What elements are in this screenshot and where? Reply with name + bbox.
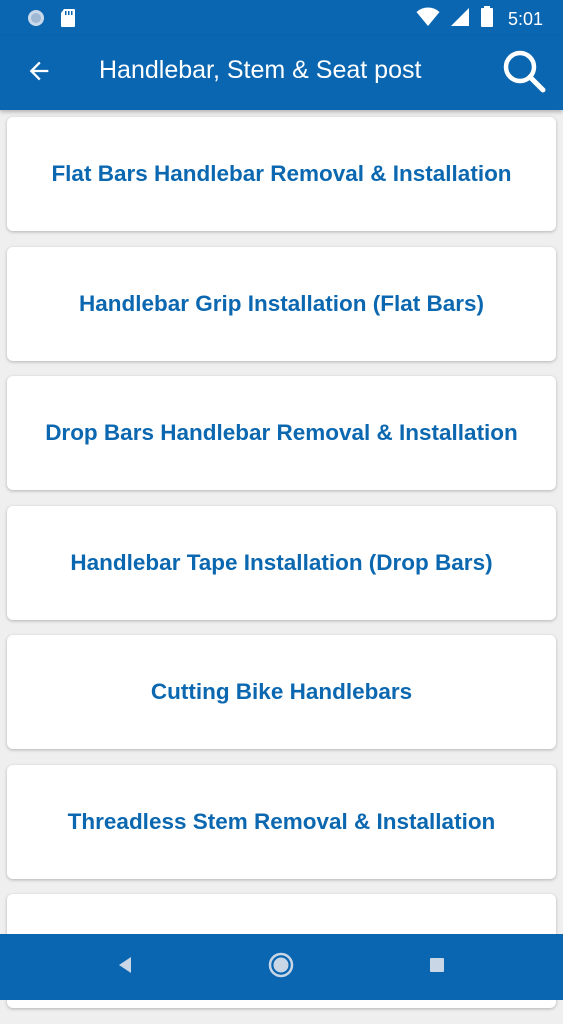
wifi-icon: [416, 7, 440, 32]
nav-recents-button[interactable]: [420, 950, 454, 984]
battery-icon: [480, 6, 494, 33]
list-item[interactable]: Handlebar Grip Installation (Flat Bars): [7, 246, 556, 361]
list-item[interactable]: Drop Bars Handlebar Removal & Installati…: [7, 376, 556, 490]
circle-notification-icon: [26, 8, 46, 33]
list-item-label: Handlebar Tape Installation (Drop Bars): [70, 549, 493, 575]
list-item[interactable]: Threadless Stem Removal & Installation: [7, 764, 556, 879]
nav-back-button[interactable]: [108, 950, 142, 984]
nav-home-icon: [267, 951, 295, 984]
arrow-back-icon: [25, 57, 53, 90]
status-time: 5:01: [507, 9, 543, 29]
back-button[interactable]: [22, 56, 56, 90]
sd-card-icon: [60, 8, 76, 33]
topic-list: Flat Bars Handlebar Removal & Installati…: [7, 117, 556, 1024]
list-item-label: Handlebar Grip Installation (Flat Bars): [78, 290, 485, 316]
nav-back-icon: [115, 955, 135, 980]
search-button[interactable]: [499, 48, 549, 98]
nav-home-button[interactable]: [264, 950, 298, 984]
status-bar: 5:01: [0, 0, 563, 36]
list-item-label: Drop Bars Handlebar Removal & Installati…: [45, 420, 518, 445]
nav-recents-icon: [428, 956, 446, 979]
list-item[interactable]: Flat Bars Handlebar Removal & Installati…: [7, 117, 556, 231]
list-item[interactable]: Cutting Bike Handlebars: [7, 635, 556, 749]
signal-icon: [450, 7, 470, 32]
search-icon: [501, 48, 547, 99]
list-item[interactable]: Handlebar Tape Installation (Drop Bars): [7, 505, 556, 620]
list-item-label: Threadless Stem Removal & Installation: [67, 808, 496, 834]
list-item-label: Cutting Bike Handlebars: [150, 679, 413, 704]
page-title: Handlebar, Stem & Seat post: [99, 56, 422, 84]
list-item-label: Flat Bars Handlebar Removal & Installati…: [51, 161, 512, 186]
app-bar: Handlebar, Stem & Seat post: [0, 36, 563, 110]
navigation-bar: [0, 934, 563, 1000]
